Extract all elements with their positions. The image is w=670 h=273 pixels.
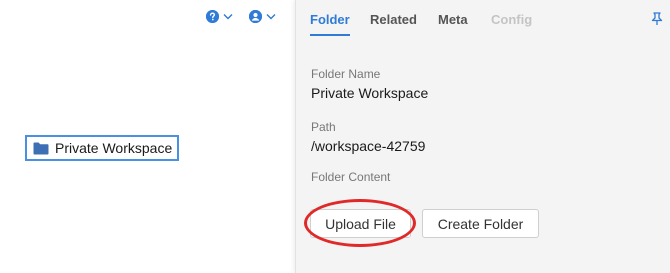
tab-config: Config — [491, 12, 533, 27]
chevron-down-icon — [266, 14, 276, 20]
user-menu[interactable] — [249, 10, 276, 23]
upload-file-button[interactable]: Upload File — [310, 209, 411, 238]
folder-content-label: Folder Content — [311, 170, 391, 184]
folder-name-label: Folder Name — [311, 67, 381, 81]
create-folder-button[interactable]: Create Folder — [422, 209, 539, 238]
path-label: Path — [311, 120, 336, 134]
folder-node[interactable]: Private Workspace — [25, 135, 179, 161]
tab-meta[interactable]: Meta — [438, 0, 468, 38]
folder-name-value: Private Workspace — [311, 85, 429, 101]
pin-button[interactable] — [651, 12, 663, 26]
top-toolbar — [206, 10, 276, 23]
properties-panel: Folder Related Meta Config Folder Name P… — [295, 0, 670, 273]
question-circle-icon — [206, 10, 219, 23]
pin-icon — [651, 12, 663, 25]
chevron-down-icon — [223, 14, 233, 20]
tab-folder[interactable]: Folder — [310, 0, 350, 36]
user-circle-icon — [249, 10, 262, 23]
tab-related[interactable]: Related — [370, 0, 417, 38]
help-menu[interactable] — [206, 10, 233, 23]
folder-icon — [33, 142, 49, 154]
folder-node-label: Private Workspace — [55, 140, 173, 156]
panel-tabs: Folder Related Meta Config — [296, 0, 670, 38]
path-value: /workspace-42759 — [311, 138, 426, 154]
